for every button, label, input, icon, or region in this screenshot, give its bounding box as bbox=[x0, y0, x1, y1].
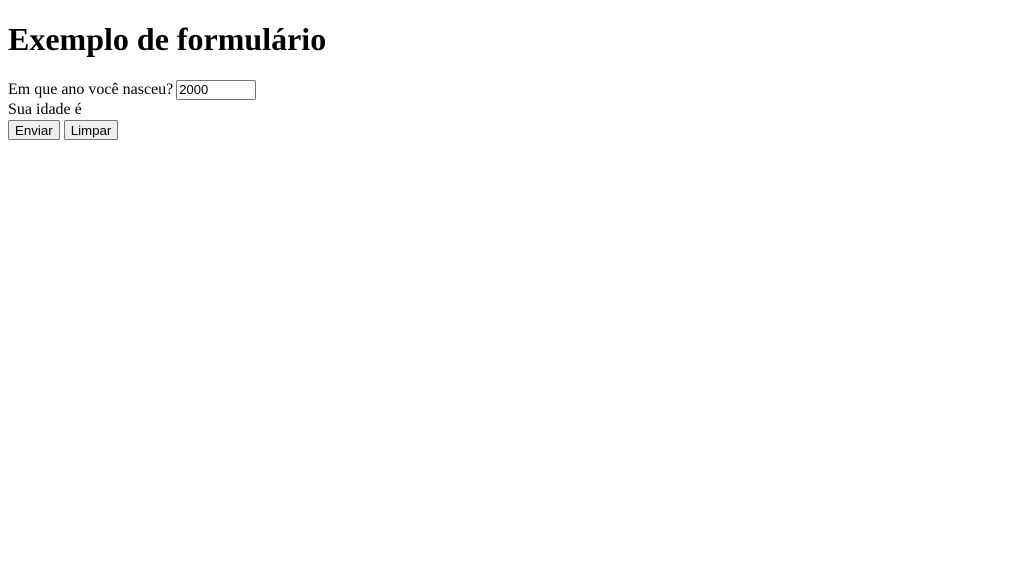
reset-button[interactable]: Limpar bbox=[63, 120, 119, 140]
birth-year-form: Em que ano você nasceu? Sua idade é Envi… bbox=[8, 80, 1034, 140]
submit-button[interactable]: Enviar bbox=[8, 120, 60, 140]
page-title: Exemplo de formulário bbox=[8, 21, 327, 57]
birth-year-input[interactable] bbox=[176, 80, 257, 100]
form-buttons: Enviar Limpar bbox=[8, 120, 1034, 140]
page-content: Exemplo de formulário Em que ano você na… bbox=[8, 0, 1034, 140]
question-label: Em que ano você nasceu? bbox=[8, 81, 174, 98]
question-row: Em que ano você nasceu? bbox=[8, 80, 1034, 100]
age-result-text: Sua idade é bbox=[8, 101, 82, 118]
